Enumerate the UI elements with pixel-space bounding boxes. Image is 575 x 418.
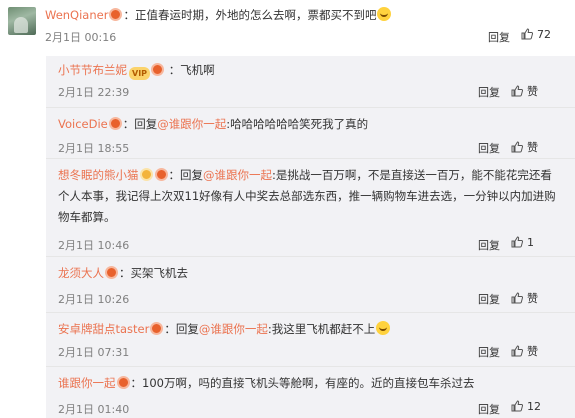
- thumbs-up-icon: [511, 85, 523, 97]
- reply-button[interactable]: 回复: [478, 401, 500, 417]
- gold-badge-icon: [139, 168, 153, 181]
- thumbs-up-icon: [511, 292, 523, 304]
- reply-line: 龙须大人 ：买架飞机去: [58, 263, 563, 284]
- verified-badge-icon: [105, 266, 118, 279]
- reply-line: 想冬眠的熊小猫 ：回复@谁跟你一起:是挑战一百万啊，不是直接送一百万，能不能花完还…: [58, 165, 563, 228]
- reply-text: ：回复: [168, 168, 204, 182]
- reply-button[interactable]: 回复: [478, 140, 500, 156]
- reply-text: :我这里飞机都赶不上: [267, 322, 376, 336]
- like-button[interactable]: 1: [511, 236, 534, 249]
- like-count: 72: [537, 28, 551, 41]
- reply-button[interactable]: 回复: [488, 29, 510, 45]
- like-button[interactable]: 赞: [511, 290, 538, 306]
- verified-badge-icon: [108, 117, 122, 130]
- comment-line: WenQianer ：正值春运时期，外地的怎么去啊，票都买不到吧: [45, 6, 392, 24]
- mention-link[interactable]: @谁跟你一起: [203, 168, 272, 182]
- avatar[interactable]: [8, 7, 36, 35]
- reply-item: VoiceDie ：回复@谁跟你一起:哈哈哈哈哈哈笑死我了真的 2月1日 18:5…: [46, 107, 575, 155]
- like-button[interactable]: 赞: [511, 83, 538, 99]
- like-count: 1: [527, 236, 534, 249]
- username-link[interactable]: 龙须大人: [58, 266, 104, 280]
- laughing-emoji-icon: [376, 321, 391, 335]
- reply-button[interactable]: 回复: [478, 237, 500, 253]
- like-count: 赞: [527, 85, 538, 98]
- reply-text: ：回复: [164, 322, 199, 336]
- verified-badge-icon: [151, 63, 165, 76]
- reply-time: 2月1日 22:39: [58, 86, 130, 99]
- like-button[interactable]: 72: [521, 28, 551, 41]
- verified-badge-icon: [116, 376, 130, 389]
- reply-item: 龙须大人 ：买架飞机去 2月1日 10:26 回复 赞: [46, 256, 575, 310]
- like-button[interactable]: 赞: [511, 139, 538, 155]
- username-link[interactable]: 谁跟你一起: [58, 376, 116, 390]
- verified-badge-icon: [154, 168, 168, 181]
- like-button[interactable]: 12: [511, 400, 541, 413]
- reply-list: 小节节布兰妮 VIP ：飞机啊 2月1日 22:39 回复 赞 VoiceDie ：…: [46, 56, 575, 418]
- reply-text: :哈哈哈哈哈哈笑死我了真的: [226, 117, 369, 131]
- thumbs-up-icon: [511, 141, 523, 153]
- comment-main: WenQianer ：正值春运时期，外地的怎么去啊，票都买不到吧 2月1日 00:…: [0, 0, 575, 52]
- reply-time: 2月1日 07:31: [58, 346, 130, 359]
- like-count: 12: [527, 400, 541, 413]
- reply-item: 安卓牌甜点taster ：回复@谁跟你一起:我这里飞机都赶不上 2月1日 07:3…: [46, 312, 575, 366]
- vip-badge-icon: VIP: [129, 67, 151, 80]
- thumbs-up-icon: [511, 400, 523, 412]
- reply-button[interactable]: 回复: [478, 344, 500, 360]
- reply-line: VoiceDie ：回复@谁跟你一起:哈哈哈哈哈哈笑死我了真的: [58, 114, 563, 135]
- reply-line: 小节节布兰妮 VIP ：飞机啊: [58, 60, 563, 81]
- thumbs-up-icon: [511, 236, 523, 248]
- reply-text: ：100万啊，吗的直接飞机头等舱啊，有座的。近的直接包车杀过去: [130, 376, 475, 390]
- reply-text: ：飞机啊: [168, 63, 215, 77]
- username-link[interactable]: VoiceDie: [58, 117, 108, 131]
- comment-text: ：正值春运时期，外地的怎么去啊，票都买不到吧: [123, 8, 377, 22]
- reply-line: 安卓牌甜点taster ：回复@谁跟你一起:我这里飞机都赶不上: [58, 319, 563, 340]
- username-link[interactable]: 想冬眠的熊小猫: [58, 168, 139, 182]
- reply-button[interactable]: 回复: [478, 84, 500, 100]
- like-count: 赞: [527, 292, 538, 305]
- comment-time: 2月1日 00:16: [45, 31, 117, 44]
- like-count: 赞: [527, 141, 538, 154]
- mention-link[interactable]: @谁跟你一起: [157, 117, 226, 131]
- reply-time: 2月1日 10:26: [58, 293, 130, 306]
- username-link[interactable]: WenQianer: [45, 8, 108, 22]
- verified-badge-icon: [109, 8, 123, 21]
- thumbs-up-icon: [511, 345, 523, 357]
- like-count: 赞: [527, 345, 538, 358]
- thumbs-up-icon: [521, 28, 533, 40]
- reply-time: 2月1日 18:55: [58, 142, 130, 155]
- reply-line: 谁跟你一起 ：100万啊，吗的直接飞机头等舱啊，有座的。近的直接包车杀过去: [58, 373, 563, 394]
- reply-item: 谁跟你一起 ：100万啊，吗的直接飞机头等舱啊，有座的。近的直接包车杀过去 2月1…: [46, 366, 575, 418]
- reply-time: 2月1日 10:46: [58, 239, 130, 252]
- username-link[interactable]: 安卓牌甜点taster: [58, 322, 149, 336]
- laughing-emoji-icon: [377, 7, 392, 21]
- reply-text: ：买架飞机去: [119, 266, 188, 280]
- like-button[interactable]: 赞: [511, 343, 538, 359]
- reply-button[interactable]: 回复: [478, 291, 500, 307]
- reply-item: 想冬眠的熊小猫 ：回复@谁跟你一起:是挑战一百万啊，不是直接送一百万，能不能花完还…: [46, 158, 575, 254]
- reply-item: 小节节布兰妮 VIP ：飞机啊 2月1日 22:39 回复 赞: [46, 56, 575, 100]
- reply-text: ：回复: [122, 117, 158, 131]
- reply-time: 2月1日 01:40: [58, 403, 130, 416]
- username-link[interactable]: 小节节布兰妮: [58, 63, 127, 77]
- verified-badge-icon: [150, 322, 164, 335]
- mention-link[interactable]: @谁跟你一起: [199, 322, 268, 336]
